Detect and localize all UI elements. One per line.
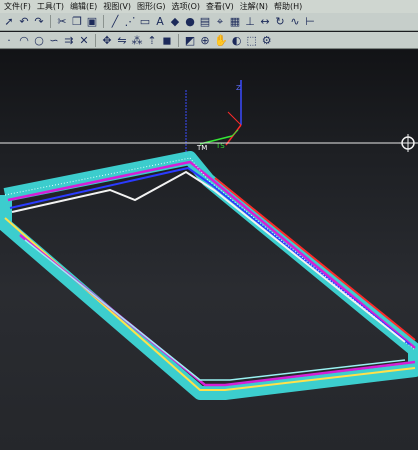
copy-icon[interactable]: ❐ bbox=[71, 15, 83, 29]
paste-icon[interactable]: ▣ bbox=[86, 15, 98, 29]
mirror-icon[interactable]: ⇋ bbox=[116, 33, 128, 47]
zoom-icon[interactable]: ⊕ bbox=[199, 33, 211, 47]
toolpath-frame bbox=[0, 151, 418, 400]
shade-icon[interactable]: ◐ bbox=[231, 33, 243, 47]
toolpath-scene: Z TM TS bbox=[0, 80, 418, 400]
redo-icon[interactable]: ↷ bbox=[33, 15, 45, 29]
rotate-icon[interactable]: ↻ bbox=[274, 15, 286, 29]
undo-icon[interactable]: ↶ bbox=[18, 15, 30, 29]
main-toolbar: ➚ ↶ ↷ ✂ ❐ ▣ ╱ ⋰ ▭ A ◆ ● ▤ ⌖ ▦ ⊥ ↔ ↻ ∿ ⊢ bbox=[0, 13, 418, 31]
move-icon[interactable]: ✥ bbox=[101, 33, 113, 47]
line-icon[interactable]: ╱ bbox=[109, 15, 121, 29]
menu-item[interactable]: 帮助(H) bbox=[274, 0, 302, 13]
toolbar-separator bbox=[178, 33, 179, 47]
pan-icon[interactable]: ✋ bbox=[214, 33, 228, 47]
snap-icon[interactable]: ⌖ bbox=[214, 15, 226, 29]
spline-icon[interactable]: ∽ bbox=[48, 33, 60, 47]
rectangle-icon[interactable]: ▭ bbox=[139, 15, 151, 29]
grid-icon[interactable]: ▦ bbox=[229, 15, 241, 29]
point-icon[interactable]: · bbox=[3, 33, 15, 47]
arc-icon[interactable]: ◠ bbox=[18, 33, 30, 47]
layer-icon[interactable]: ▤ bbox=[199, 15, 211, 29]
curve-icon[interactable]: ∿ bbox=[289, 15, 301, 29]
view-icon[interactable]: ◩ bbox=[184, 33, 196, 47]
trim-icon[interactable]: ✕ bbox=[78, 33, 90, 47]
menu-item[interactable]: 查看(V) bbox=[206, 0, 234, 13]
menu-item[interactable]: 注解(N) bbox=[240, 0, 268, 13]
toolbar-separator bbox=[50, 15, 51, 28]
tm-axis-label: TM bbox=[196, 144, 207, 152]
ortho-icon[interactable]: ⊥ bbox=[244, 15, 256, 29]
menu-item[interactable]: 选项(O) bbox=[171, 0, 200, 13]
menu-item[interactable]: 工具(T) bbox=[37, 0, 64, 13]
menu-item[interactable]: 图形(G) bbox=[137, 0, 165, 13]
fill-icon[interactable]: ◆ bbox=[169, 15, 181, 29]
menu-item[interactable]: 文件(F) bbox=[4, 0, 31, 13]
draw-toolbar: · ◠ ○ ∽ ⇉ ✕ ✥ ⇋ ⁂ ⇡ ◼ ◩ ⊕ ✋ ◐ ⬚ ⚙ bbox=[0, 32, 418, 49]
axis-gizmo: Z TM TS bbox=[185, 80, 242, 155]
polyline-icon[interactable]: ⋰ bbox=[124, 15, 136, 29]
toolbar-separator bbox=[103, 15, 104, 28]
text-tool-icon[interactable]: A bbox=[154, 15, 166, 29]
3d-viewport[interactable]: Z TM TS bbox=[0, 50, 418, 450]
target-icon[interactable] bbox=[399, 134, 417, 152]
z-axis-label: Z bbox=[236, 84, 241, 92]
solid-icon[interactable]: ◼ bbox=[161, 33, 173, 47]
sphere-icon[interactable]: ● bbox=[184, 15, 196, 29]
menu-item[interactable]: 视图(V) bbox=[103, 0, 131, 13]
extrude-icon[interactable]: ⇡ bbox=[146, 33, 158, 47]
circle-icon[interactable]: ○ bbox=[33, 33, 45, 47]
measure-icon[interactable]: ↔ bbox=[259, 15, 271, 29]
menu-bar: 文件(F) 工具(T) 编辑(E) 视图(V) 图形(G) 选项(O) 查看(V) 注解(N)… bbox=[0, 0, 418, 13]
settings-icon[interactable]: ⚙ bbox=[261, 33, 273, 47]
wireframe-icon[interactable]: ⬚ bbox=[246, 33, 258, 47]
select-arrow-icon[interactable]: ➚ bbox=[3, 15, 15, 29]
menu-item[interactable]: 编辑(E) bbox=[70, 0, 97, 13]
cut-icon[interactable]: ✂ bbox=[56, 15, 68, 29]
toolbar-separator bbox=[95, 33, 96, 47]
dimension-icon[interactable]: ⊢ bbox=[304, 15, 316, 29]
offset-icon[interactable]: ⇉ bbox=[63, 33, 75, 47]
array-icon[interactable]: ⁂ bbox=[131, 33, 143, 47]
